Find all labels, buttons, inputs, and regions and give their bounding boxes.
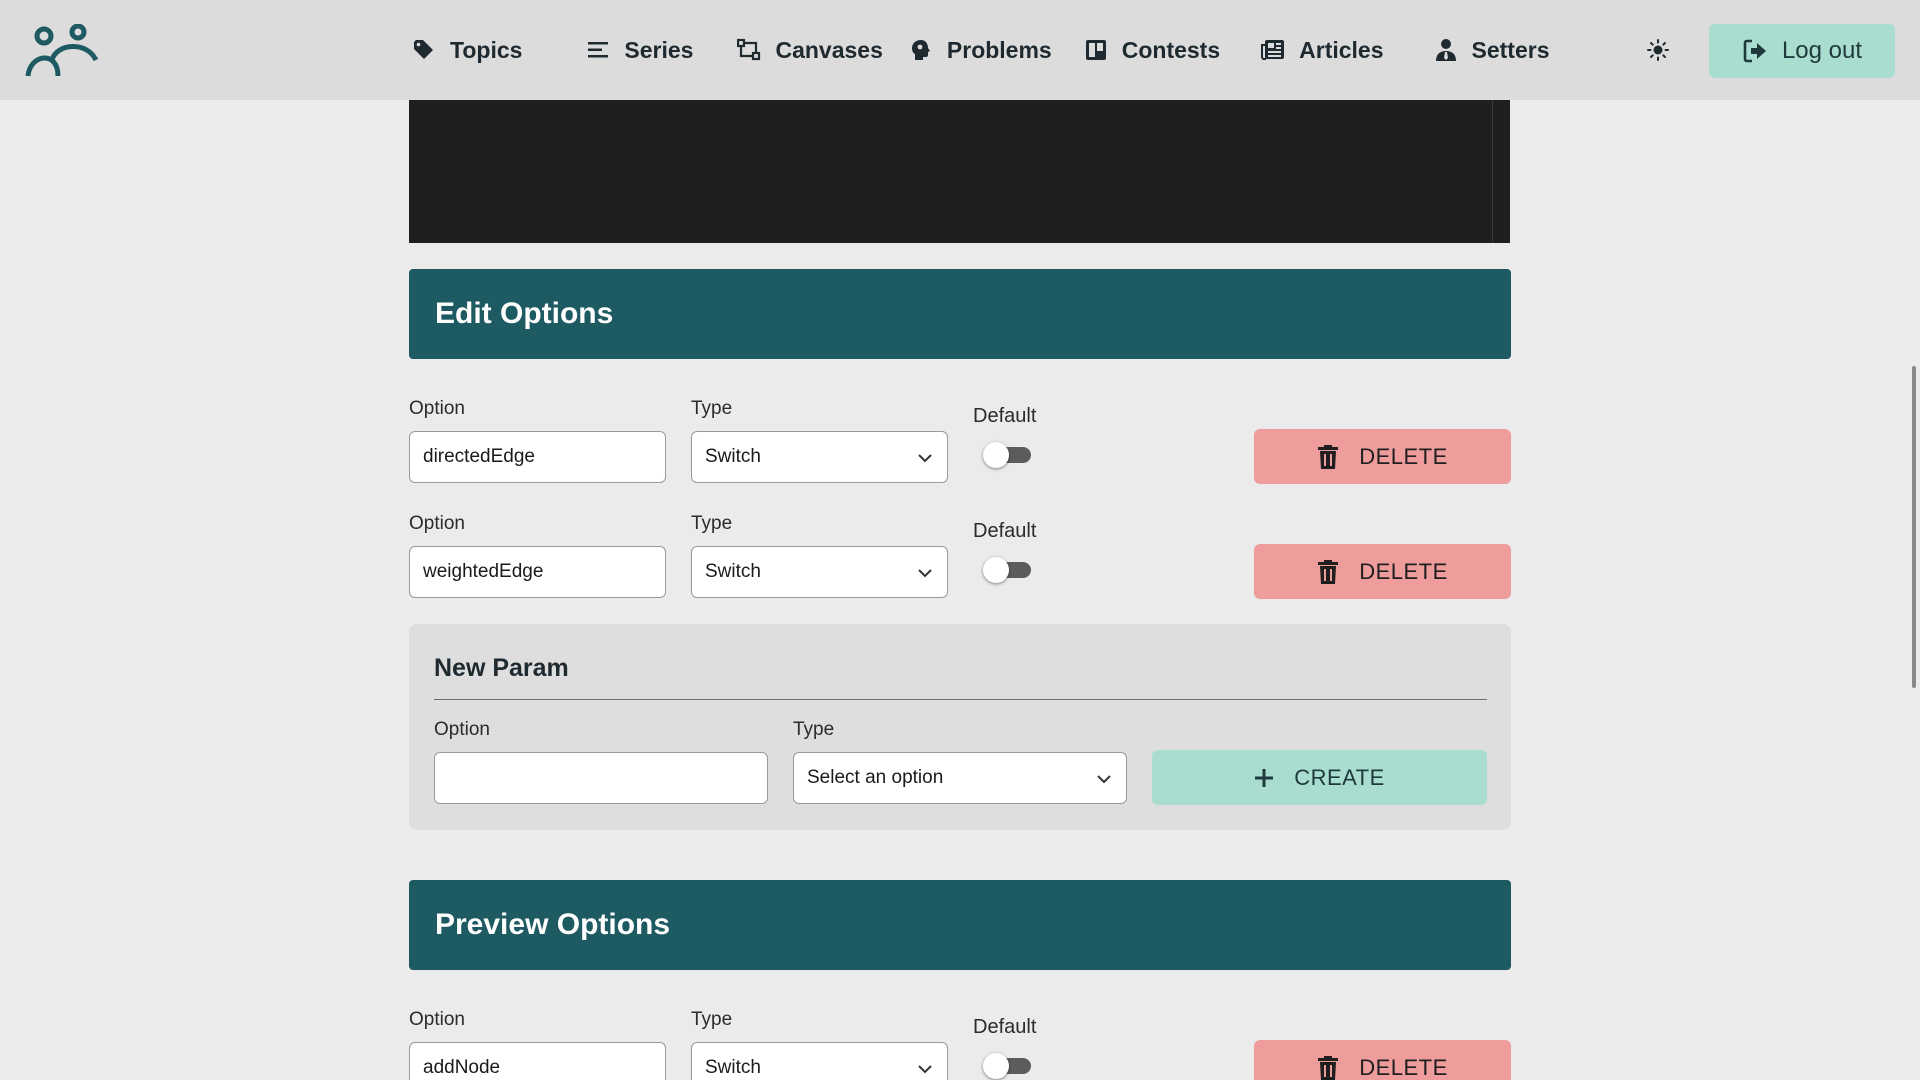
delete-button[interactable]: DELETE (1254, 429, 1511, 484)
nav-label-series: Series (624, 36, 694, 63)
nav-label-setters: Setters (1471, 36, 1550, 63)
create-button[interactable]: CREATE (1152, 750, 1487, 805)
delete-button[interactable]: DELETE (1254, 1040, 1511, 1080)
trash-icon (1318, 1055, 1339, 1080)
type-select-value: Switch (705, 446, 761, 467)
nav-item-problems[interactable]: Problems (909, 0, 1052, 100)
canvas-icon (737, 38, 761, 61)
logout-icon (1743, 39, 1766, 63)
type-select[interactable]: Switch (691, 546, 948, 598)
option-name-input[interactable]: weightedEdge (409, 546, 666, 598)
nav-item-articles[interactable]: Articles (1261, 0, 1384, 100)
default-toggle[interactable] (983, 442, 1031, 468)
default-toggle[interactable] (983, 1053, 1031, 1079)
edit-options-title: Edit Options (435, 297, 614, 330)
nav-item-setters[interactable]: Setters (1434, 0, 1550, 100)
board-icon (1085, 40, 1106, 60)
code-editor[interactable] (409, 100, 1510, 243)
new-type-placeholder: Select an option (807, 767, 944, 788)
option-name-input[interactable]: addNode (409, 1042, 666, 1080)
default-toggle[interactable] (983, 557, 1031, 583)
delete-label: DELETE (1359, 1054, 1448, 1080)
nav-item-series[interactable]: Series (586, 0, 693, 100)
nav-item-topics[interactable]: Topics (412, 0, 522, 100)
new-type-select[interactable]: Select an option (793, 752, 1127, 804)
logout-button[interactable]: Log out (1709, 24, 1895, 78)
tag-icon (414, 40, 433, 59)
chevron-down-icon (918, 1065, 932, 1074)
option-label: Option (409, 513, 465, 534)
page-scrollbar[interactable] (1912, 366, 1916, 688)
chevron-down-icon (918, 454, 932, 463)
plus-icon (1255, 768, 1274, 787)
nav-item-canvases[interactable]: Canvases (737, 0, 883, 100)
option-name-value: directedEdge (423, 446, 535, 467)
preview-option-row: Option addNode Type Switch Default DELET… (409, 1009, 1511, 1080)
option-label: Option (409, 398, 465, 419)
nav-links: Topics Series Canvases Problems Contests… (412, 0, 1550, 100)
create-label: CREATE (1294, 764, 1385, 790)
option-name-input[interactable]: directedEdge (409, 431, 666, 483)
type-label: Type (691, 513, 733, 534)
sun-icon[interactable] (1646, 38, 1670, 62)
type-select[interactable]: Switch (691, 1042, 948, 1080)
option-name-value: addNode (423, 1057, 501, 1078)
editor-scroll-divider (1492, 100, 1493, 243)
new-option-label: Option (434, 719, 490, 740)
default-label: Default (973, 405, 1037, 427)
nav-label-contests: Contests (1121, 36, 1221, 63)
nav-label-topics: Topics (450, 36, 523, 63)
type-select-value: Switch (705, 561, 761, 582)
default-label: Default (973, 1016, 1037, 1038)
toggle-knob (983, 1053, 1009, 1079)
newspaper-icon (1261, 40, 1285, 60)
new-param-panel: New Param Option Type Select an option C… (409, 624, 1511, 830)
chevron-down-icon (1097, 775, 1111, 784)
new-type-label: Type (793, 719, 835, 740)
new-option-input[interactable] (434, 752, 768, 804)
nav-item-contests[interactable]: Contests (1084, 0, 1220, 100)
chevron-down-icon (918, 569, 932, 578)
top-navbar: Topics Series Canvases Problems Contests… (0, 0, 1920, 100)
trash-icon (1318, 559, 1339, 584)
type-select[interactable]: Switch (691, 431, 948, 483)
new-param-title: New Param (434, 654, 569, 682)
delete-label: DELETE (1359, 443, 1448, 469)
user-tie-icon (1435, 39, 1456, 61)
logo-icon[interactable] (24, 23, 100, 78)
brain-icon (911, 40, 930, 60)
toggle-knob (983, 557, 1009, 583)
toggle-knob (983, 442, 1009, 468)
type-label: Type (691, 398, 733, 419)
edit-option-row: Option weightedEdge Type Switch Default … (409, 513, 1511, 603)
list-icon (588, 42, 609, 58)
preview-options-header: Preview Options (409, 880, 1511, 970)
type-label: Type (691, 1009, 733, 1030)
edit-options-header: Edit Options (409, 269, 1511, 359)
delete-label: DELETE (1359, 558, 1448, 584)
option-label: Option (409, 1009, 465, 1030)
default-label: Default (973, 520, 1037, 542)
new-param-divider (434, 699, 1487, 700)
delete-button[interactable]: DELETE (1254, 544, 1511, 599)
option-name-value: weightedEdge (423, 561, 544, 582)
nav-label-articles: Articles (1299, 36, 1384, 63)
nav-label-canvases: Canvases (775, 36, 883, 63)
type-select-value: Switch (705, 1057, 761, 1078)
preview-options-title: Preview Options (435, 908, 671, 941)
edit-option-row: Option directedEdge Type Switch Default … (409, 398, 1511, 488)
logout-label: Log out (1781, 37, 1863, 64)
trash-icon (1318, 444, 1339, 469)
nav-label-problems: Problems (946, 36, 1052, 63)
